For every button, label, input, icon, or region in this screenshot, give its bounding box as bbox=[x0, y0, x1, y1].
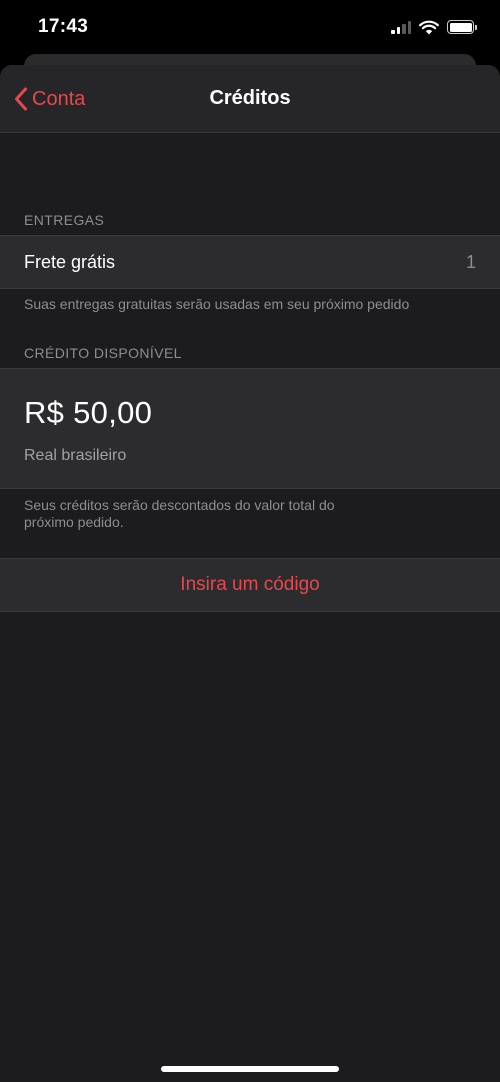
enter-code-button[interactable]: Insira um código bbox=[0, 558, 500, 612]
enter-code-label: Insira um código bbox=[180, 574, 320, 595]
available-credit-row: R$ 50,00 Real brasileiro bbox=[0, 368, 500, 489]
credits-sheet: Conta Créditos ENTREGAS Frete grátis 1 S… bbox=[0, 65, 500, 1082]
deliveries-section-header: ENTREGAS bbox=[24, 212, 105, 228]
battery-icon bbox=[447, 20, 477, 34]
navigation-bar: Conta Créditos bbox=[0, 65, 500, 133]
free-shipping-label: Frete grátis bbox=[24, 251, 116, 272]
credit-currency: Real brasileiro bbox=[24, 447, 127, 464]
status-icons bbox=[391, 20, 477, 35]
status-bar: 17:43 bbox=[0, 0, 500, 54]
credit-amount: R$ 50,00 bbox=[24, 395, 153, 430]
back-button-label: Conta bbox=[32, 87, 86, 110]
page-title: Créditos bbox=[209, 87, 291, 109]
status-time: 17:43 bbox=[38, 16, 89, 37]
credit-section-header: CRÉDITO DISPONÍVEL bbox=[24, 345, 182, 361]
home-indicator[interactable] bbox=[161, 1066, 339, 1072]
wifi-icon bbox=[419, 20, 439, 34]
chevron-left-icon bbox=[15, 87, 27, 111]
signal-icon bbox=[391, 20, 411, 34]
deliveries-footer-note: Suas entregas gratuitas serão usadas em … bbox=[24, 296, 410, 312]
credit-footer-note: Seus créditos serão descontados do valor… bbox=[24, 497, 335, 530]
free-shipping-row: Frete grátis 1 bbox=[0, 235, 500, 289]
back-button[interactable]: Conta bbox=[14, 65, 85, 133]
free-shipping-count: 1 bbox=[465, 251, 476, 272]
